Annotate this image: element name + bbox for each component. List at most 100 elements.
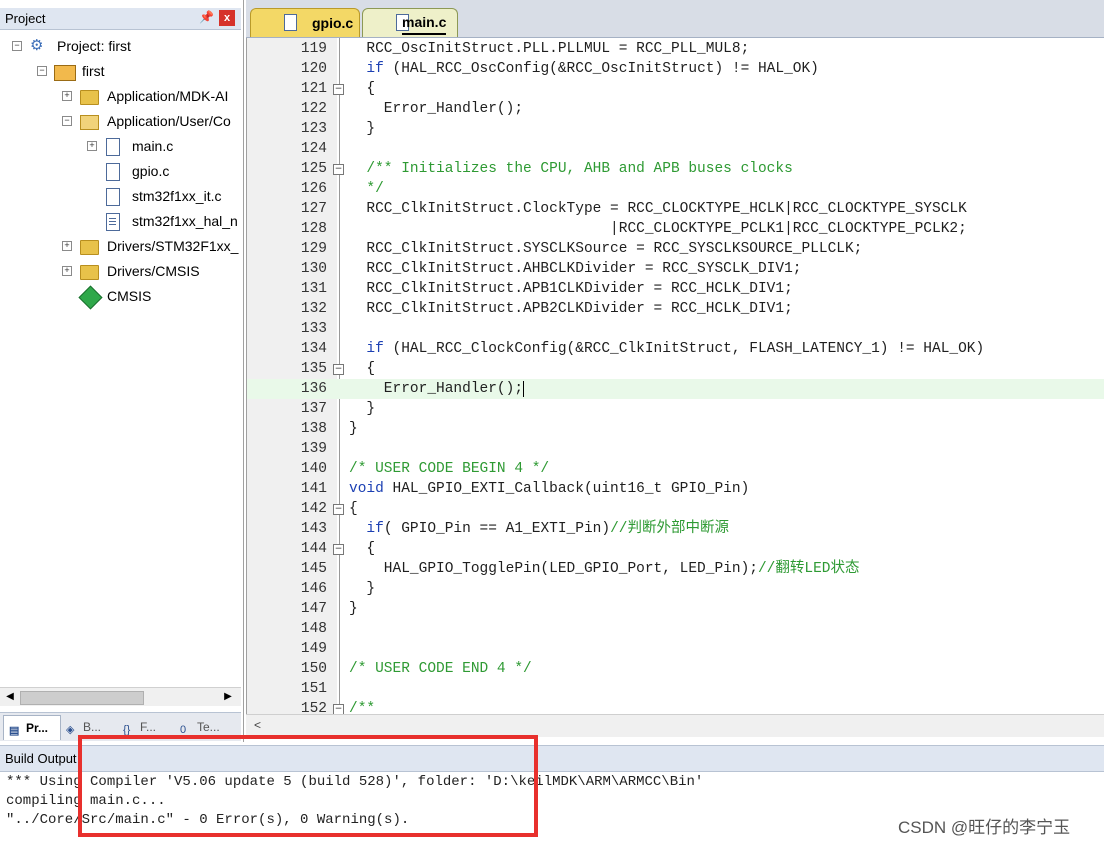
code-text: { bbox=[349, 79, 375, 99]
code-line[interactable]: 124 bbox=[247, 139, 1104, 159]
tree-item[interactable]: stm32f1xx_it.c bbox=[0, 185, 241, 207]
tree-item[interactable]: + Application/MDK-AI bbox=[0, 85, 241, 107]
tree-item-label: Application/MDK-AI bbox=[107, 88, 229, 104]
code-line[interactable]: 139 bbox=[247, 439, 1104, 459]
panel-tab[interactable]: ▤ Pr... bbox=[3, 715, 61, 740]
code-token: RCC_ClkInitStruct.AHBCLKDivider = RCC_SY… bbox=[349, 261, 802, 277]
code-line[interactable]: 125− /** Initializes the CPU, AHB and AP… bbox=[247, 159, 1104, 179]
tree-item[interactable]: + Drivers/CMSIS bbox=[0, 260, 241, 282]
code-text: { bbox=[349, 499, 358, 519]
code-line[interactable]: 122 Error_Handler(); bbox=[247, 99, 1104, 119]
panel-tab-label: F... bbox=[140, 720, 157, 734]
expand-icon[interactable]: + bbox=[62, 241, 72, 251]
code-line[interactable]: 133 bbox=[247, 319, 1104, 339]
code-line[interactable]: 128 |RCC_CLOCKTYPE_PCLK1|RCC_CLOCKTYPE_P… bbox=[247, 219, 1104, 239]
code-line[interactable]: 147} bbox=[247, 599, 1104, 619]
fold-collapse-icon[interactable]: − bbox=[333, 704, 344, 714]
project-icon: ⚙ bbox=[30, 37, 44, 54]
line-number: 128 bbox=[300, 221, 327, 237]
code-line[interactable]: 152−/** bbox=[247, 699, 1104, 714]
pin-icon[interactable]: 📌 bbox=[199, 10, 214, 24]
line-number: 140 bbox=[300, 461, 327, 477]
code-line[interactable]: 149 bbox=[247, 639, 1104, 659]
code-token: } bbox=[349, 121, 376, 137]
code-line[interactable]: 129 RCC_ClkInitStruct.SYSCLKSource = RCC… bbox=[247, 239, 1104, 259]
expand-icon[interactable]: + bbox=[62, 266, 72, 276]
code-line[interactable]: 137 } bbox=[247, 399, 1104, 419]
fold-collapse-icon[interactable]: − bbox=[333, 544, 344, 555]
code-line[interactable]: 148 bbox=[247, 619, 1104, 639]
code-token: Error_Handler(); bbox=[349, 101, 524, 117]
code-editor[interactable]: 119 RCC_OscInitStruct.PLL.PLLMUL = RCC_P… bbox=[246, 38, 1104, 714]
tree-item[interactable]: gpio.c bbox=[0, 160, 241, 182]
code-line[interactable]: 130 RCC_ClkInitStruct.AHBCLKDivider = RC… bbox=[247, 259, 1104, 279]
close-icon[interactable]: x bbox=[219, 10, 235, 26]
comment-token: //翻转LED状态 bbox=[757, 561, 860, 577]
code-line[interactable]: 134 if (HAL_RCC_ClockConfig(&RCC_ClkInit… bbox=[247, 339, 1104, 359]
tab-main-c[interactable]: main.c bbox=[362, 8, 458, 37]
code-token: { bbox=[349, 501, 358, 517]
code-line[interactable]: 140 /* USER CODE BEGIN 4 */ bbox=[247, 459, 1104, 479]
collapse-icon[interactable]: − bbox=[12, 41, 22, 51]
code-line[interactable]: 131 RCC_ClkInitStruct.APB1CLKDivider = R… bbox=[247, 279, 1104, 299]
tab-gpio-c[interactable]: gpio.c bbox=[250, 8, 360, 37]
code-text: { bbox=[349, 359, 375, 379]
comment-token: /** Initializes the CPU, AHB and APB bus… bbox=[366, 161, 793, 177]
expand-icon[interactable]: + bbox=[62, 91, 72, 101]
scroll-left-icon[interactable]: ◀ bbox=[2, 690, 18, 704]
tab-label: main.c bbox=[402, 11, 447, 35]
fold-collapse-icon[interactable]: − bbox=[333, 504, 344, 515]
code-token: RCC_ClkInitStruct.SYSCLKSource = RCC_SYS… bbox=[349, 241, 863, 257]
fold-collapse-icon[interactable]: − bbox=[333, 84, 344, 95]
scroll-right-icon[interactable]: ▶ bbox=[220, 690, 236, 704]
code-line[interactable]: 135− { bbox=[247, 359, 1104, 379]
project-tree: − ⚙ Project: first − first + Application/MDK-A… bbox=[0, 30, 241, 686]
tree-item[interactable]: − Application/User/Co bbox=[0, 110, 241, 132]
code-line[interactable]: 132 RCC_ClkInitStruct.APB2CLKDivider = R… bbox=[247, 299, 1104, 319]
tree-item[interactable]: − first bbox=[0, 60, 241, 82]
expand-icon[interactable]: + bbox=[87, 141, 97, 151]
code-line[interactable]: 127 RCC_ClkInitStruct.ClockType = RCC_CL… bbox=[247, 199, 1104, 219]
scroll-thumb[interactable] bbox=[20, 691, 144, 705]
file-icon bbox=[106, 138, 120, 156]
tree-item[interactable]: − ⚙ Project: first bbox=[0, 35, 241, 57]
code-text: RCC_OscInitStruct.PLL.PLLMUL = RCC_PLL_M… bbox=[349, 39, 749, 59]
line-number: 130 bbox=[300, 261, 327, 277]
tree-item[interactable]: stm32f1xx_hal_n bbox=[0, 210, 241, 232]
fold-collapse-icon[interactable]: − bbox=[333, 164, 344, 175]
tree-horizontal-scrollbar[interactable]: ◀ ▶ bbox=[0, 687, 241, 706]
scroll-left-icon[interactable]: < bbox=[254, 718, 261, 732]
editor-horizontal-scrollbar[interactable]: < bbox=[246, 714, 1104, 737]
code-line[interactable]: 151 bbox=[247, 679, 1104, 699]
collapse-icon[interactable]: − bbox=[62, 116, 72, 126]
code-line[interactable]: 123 } bbox=[247, 119, 1104, 139]
code-text: if( GPIO_Pin == A1_EXTI_Pin)//判断外部中断源 bbox=[349, 519, 729, 539]
code-token: ( GPIO_Pin == A1_EXTI_Pin) bbox=[383, 521, 611, 537]
code-line[interactable]: 146 } bbox=[247, 579, 1104, 599]
code-line[interactable]: 120 if (HAL_RCC_OscConfig(&RCC_OscInitSt… bbox=[247, 59, 1104, 79]
code-token: |RCC_CLOCKTYPE_PCLK1|RCC_CLOCKTYPE_PCLK2… bbox=[349, 221, 967, 237]
code-line[interactable]: 138} bbox=[247, 419, 1104, 439]
code-line[interactable]: 126 */ bbox=[247, 179, 1104, 199]
tree-item[interactable]: + Drivers/STM32F1xx_ bbox=[0, 235, 241, 257]
collapse-icon[interactable]: − bbox=[37, 66, 47, 76]
line-number: 122 bbox=[300, 101, 327, 117]
code-line[interactable]: 119 RCC_OscInitStruct.PLL.PLLMUL = RCC_P… bbox=[247, 39, 1104, 59]
tree-item[interactable]: + main.c bbox=[0, 135, 241, 157]
fold-collapse-icon[interactable]: − bbox=[333, 364, 344, 375]
code-text: RCC_ClkInitStruct.APB2CLKDivider = RCC_H… bbox=[349, 299, 792, 319]
code-token: Error_Handler(); bbox=[349, 381, 524, 397]
code-line[interactable]: 142−{ bbox=[247, 499, 1104, 519]
code-line[interactable]: 144− { bbox=[247, 539, 1104, 559]
code-line[interactable]: 145 HAL_GPIO_TogglePin(LED_GPIO_Port, LE… bbox=[247, 559, 1104, 579]
code-line[interactable]: 143 if( GPIO_Pin == A1_EXTI_Pin)//判断外部中断… bbox=[247, 519, 1104, 539]
code-line[interactable]: 150 /* USER CODE END 4 */ bbox=[247, 659, 1104, 679]
line-number: 138 bbox=[300, 421, 327, 437]
code-line[interactable]: 141 void HAL_GPIO_EXTI_Callback(uint16_t … bbox=[247, 479, 1104, 499]
code-line[interactable]: 136 Error_Handler(); bbox=[247, 379, 1104, 399]
file-icon bbox=[284, 14, 297, 31]
watermark: CSDN @旺仔的李宁玉 bbox=[898, 818, 1071, 837]
tree-item[interactable]: CMSIS bbox=[0, 285, 241, 310]
code-line[interactable]: 121− { bbox=[247, 79, 1104, 99]
